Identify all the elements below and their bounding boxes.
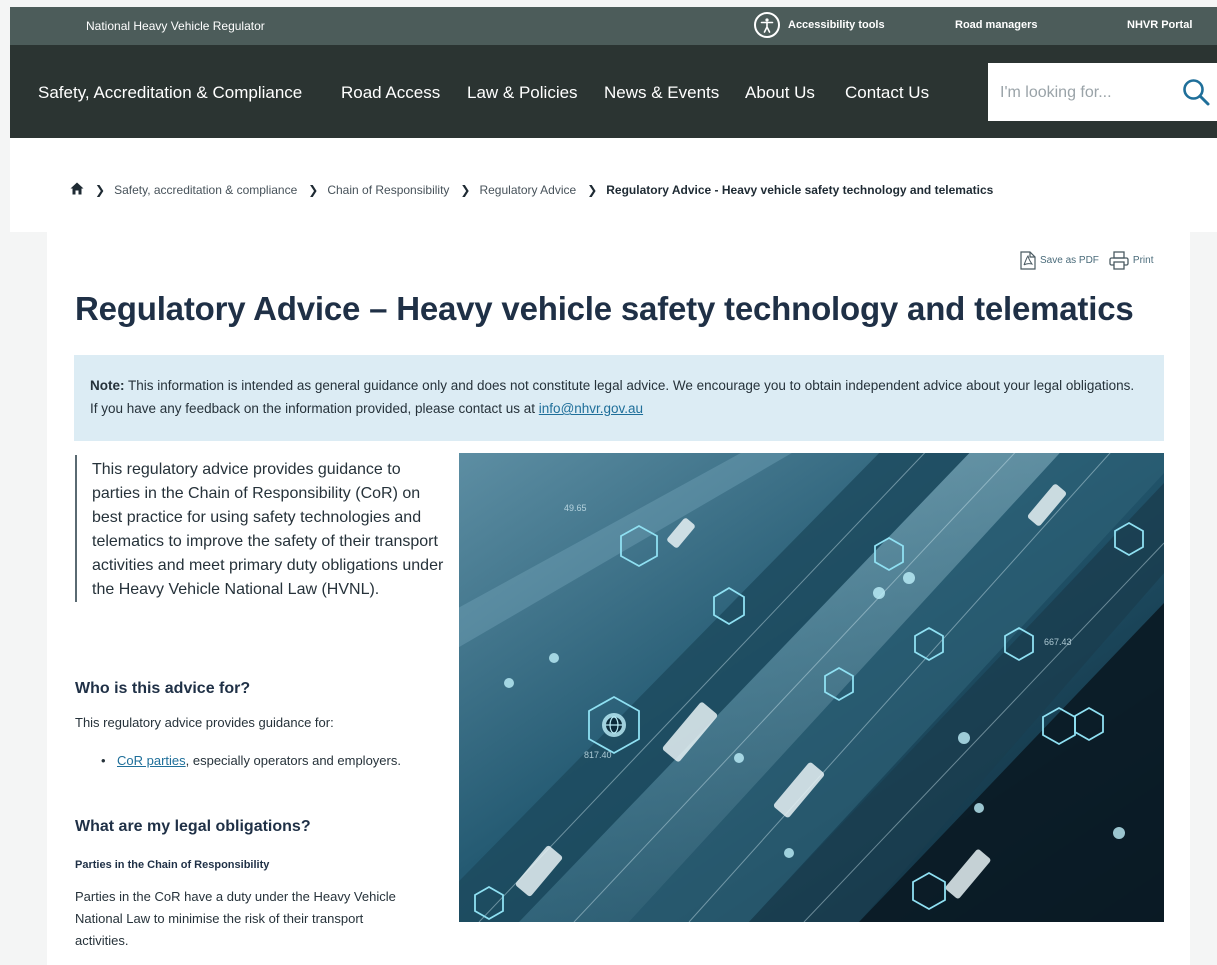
breadcrumb-bar: ❯ Safety, accreditation & compliance ❯ C… [10, 138, 1217, 232]
page-title: Regulatory Advice – Heavy vehicle safety… [75, 290, 1134, 327]
home-link[interactable] [70, 182, 84, 198]
page-tools: Save as PDF Print [1020, 251, 1153, 270]
hero-overlay-label: 817.40 [584, 750, 612, 760]
nhvr-portal-link[interactable]: NHVR Portal [1127, 19, 1192, 31]
bullet-text: , especially operators and employers. [185, 753, 401, 768]
nav-item-contact-us[interactable]: Contact Us [845, 83, 929, 103]
nav-item-road-access[interactable]: Road Access [341, 83, 440, 103]
utility-bar: National Heavy Vehicle Regulator Accessi… [10, 7, 1217, 45]
chevron-right-icon: ❯ [308, 183, 319, 197]
hero-overlay-label: 49.65 [564, 503, 587, 513]
chevron-right-icon: ❯ [95, 183, 106, 197]
list-item: • CoR parties, especially operators and … [101, 752, 401, 770]
cor-parties-link[interactable]: CoR parties [117, 753, 186, 768]
nav-item-news-events[interactable]: News & Events [604, 83, 719, 103]
road-managers-link[interactable]: Road managers [955, 19, 1038, 31]
disclaimer-note: Note: This information is intended as ge… [74, 355, 1164, 441]
print-icon [1109, 251, 1129, 270]
search-input[interactable] [998, 79, 1162, 107]
home-icon [70, 182, 84, 195]
breadcrumb: ❯ Safety, accreditation & compliance ❯ C… [70, 182, 993, 198]
print-link[interactable]: Print [1109, 251, 1154, 270]
nav-item-about-us[interactable]: About Us [745, 83, 815, 103]
lead-paragraph: This regulatory advice provides guidance… [75, 455, 445, 602]
note-label: Note: [90, 378, 125, 393]
search-icon [1183, 79, 1210, 106]
contact-email-link[interactable]: info@nhvr.gov.au [539, 401, 643, 416]
search-box [988, 63, 1217, 121]
obligations-heading: What are my legal obligations? [75, 818, 311, 835]
accessibility-icon [754, 12, 780, 38]
save-as-pdf-link[interactable]: Save as PDF [1020, 251, 1099, 270]
accessibility-tools-label: Accessibility tools [788, 19, 885, 31]
breadcrumb-link-cor[interactable]: Chain of Responsibility [327, 183, 449, 197]
hero-overlay-label: 667.43 [1044, 637, 1072, 647]
save-as-pdf-label: Save as PDF [1040, 255, 1099, 266]
who-text: This regulatory advice provides guidance… [75, 715, 334, 730]
print-label: Print [1132, 255, 1154, 266]
accessibility-tools-link[interactable]: Accessibility tools [754, 12, 885, 38]
nav-item-law-policies[interactable]: Law & Policies [467, 83, 578, 103]
main-nav: Safety, Accreditation & Compliance Road … [10, 45, 1217, 138]
breadcrumb-link-safety[interactable]: Safety, accreditation & compliance [114, 183, 297, 197]
chevron-right-icon: ❯ [460, 183, 471, 197]
brand-link[interactable]: National Heavy Vehicle Regulator [86, 19, 265, 33]
nav-item-safety[interactable]: Safety, Accreditation & Compliance [38, 83, 302, 103]
breadcrumb-current: Regulatory Advice - Heavy vehicle safety… [606, 183, 994, 197]
parties-heading: Parties in the Chain of Responsibility [75, 859, 270, 871]
hero-image: 667.43 817.40 49.65 [459, 453, 1164, 922]
parties-text: Parties in the CoR have a duty under the… [75, 889, 396, 948]
chevron-right-icon: ❯ [587, 183, 598, 197]
breadcrumb-link-regulatory-advice[interactable]: Regulatory Advice [479, 183, 576, 197]
search-button[interactable] [1181, 77, 1211, 107]
pdf-icon [1020, 251, 1036, 270]
bullet-dot: • [101, 753, 106, 768]
who-heading: Who is this advice for? [75, 680, 251, 697]
